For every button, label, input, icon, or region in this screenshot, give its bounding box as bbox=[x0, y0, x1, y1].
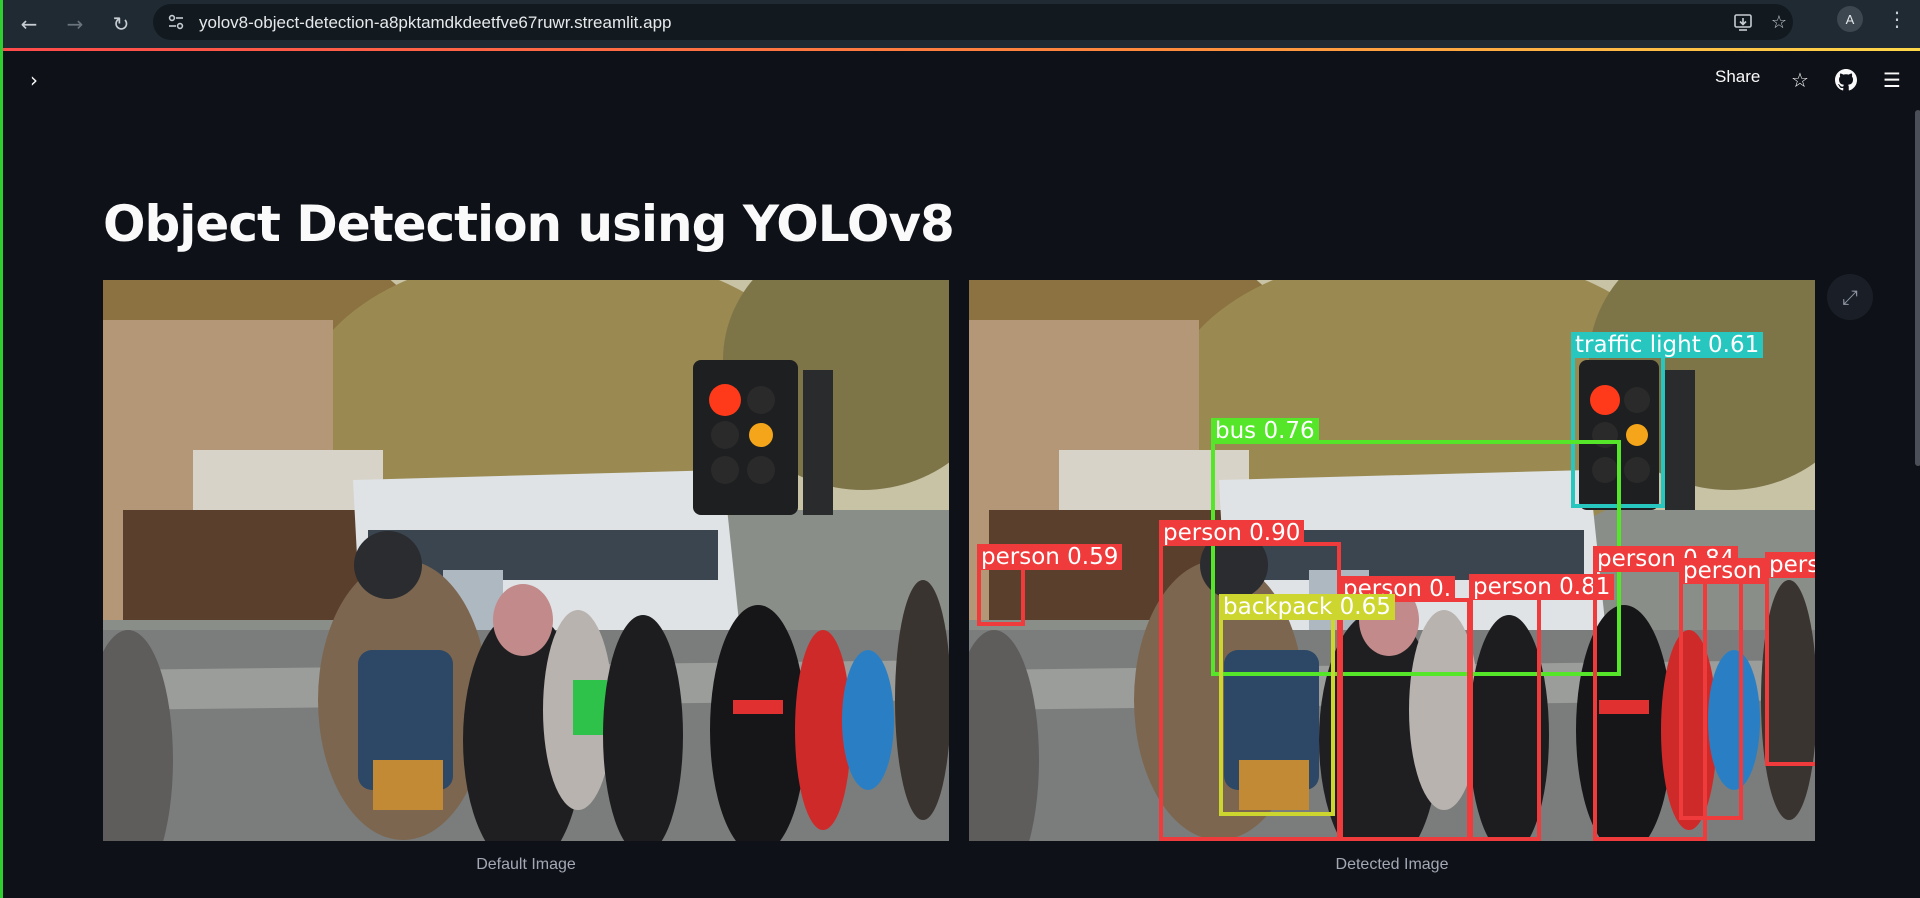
favorite-star-icon[interactable]: ☆ bbox=[1787, 67, 1813, 93]
url-text[interactable]: yolov8-object-detection-a8pktamdkdeetfve… bbox=[199, 13, 671, 33]
browser-window: ← → ↻ yolov8-object-detection-a8pktamdkd… bbox=[0, 0, 1920, 898]
install-app-icon[interactable] bbox=[1733, 12, 1753, 32]
share-button[interactable]: Share bbox=[1715, 67, 1760, 87]
detection-box-person: person 0. bbox=[1339, 576, 1471, 841]
forward-icon[interactable]: → bbox=[57, 6, 93, 42]
detection-label: person 0.90 bbox=[1159, 520, 1305, 546]
detection-box-person: person 0.59 bbox=[977, 544, 1123, 626]
github-icon[interactable] bbox=[1833, 67, 1859, 93]
browser-toolbar: ← → ↻ yolov8-object-detection-a8pktamdkd… bbox=[3, 0, 1920, 48]
detection-box-person: pers bbox=[1765, 552, 1815, 766]
detection-label: bus 0.76 bbox=[1211, 418, 1319, 444]
sidebar-expand-icon[interactable]: › bbox=[21, 67, 47, 93]
site-settings-icon[interactable] bbox=[167, 13, 185, 31]
reload-icon[interactable]: ↻ bbox=[103, 6, 139, 42]
page-title: Object Detection using YOLOv8 bbox=[103, 195, 955, 253]
detection-box-backpack: backpack 0.65 bbox=[1219, 594, 1395, 816]
detection-box-person: person 0.81 bbox=[1469, 574, 1615, 841]
browser-menu-icon[interactable]: ⋮ bbox=[1885, 6, 1909, 32]
back-icon[interactable]: ← bbox=[11, 6, 47, 42]
detected-image-caption: Detected Image bbox=[1335, 856, 1449, 873]
detection-label: person bbox=[1679, 558, 1766, 584]
address-bar[interactable]: yolov8-object-detection-a8pktamdkdeetfve… bbox=[153, 4, 1793, 40]
detection-box-person: person bbox=[1679, 558, 1766, 820]
detection-label: person 0.59 bbox=[977, 544, 1123, 570]
detected-image: traffic light 0.61 bus 0.76 person 0.90 … bbox=[969, 280, 1815, 841]
profile-avatar[interactable]: A bbox=[1837, 6, 1863, 32]
app-header: › Share ☆ ☰ bbox=[3, 51, 1920, 109]
default-image bbox=[103, 280, 949, 841]
default-image-caption: Default Image bbox=[476, 856, 576, 873]
page-scrollbar[interactable] bbox=[1915, 110, 1920, 466]
detection-label: pers bbox=[1765, 552, 1815, 578]
bookmark-star-icon[interactable]: ☆ bbox=[1769, 12, 1789, 33]
main-menu-icon[interactable]: ☰ bbox=[1879, 67, 1905, 93]
detection-label: backpack 0.65 bbox=[1219, 594, 1395, 620]
detection-label: traffic light 0.61 bbox=[1571, 332, 1764, 358]
fullscreen-icon[interactable]: ⤢ bbox=[1827, 274, 1873, 320]
